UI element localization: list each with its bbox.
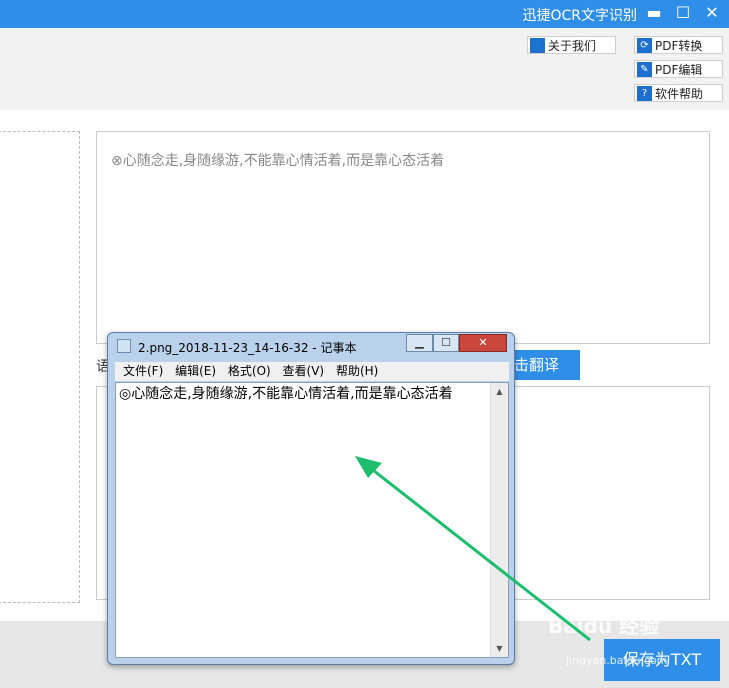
arrow-shaft (363, 461, 591, 642)
annotation-arrow (355, 456, 591, 642)
